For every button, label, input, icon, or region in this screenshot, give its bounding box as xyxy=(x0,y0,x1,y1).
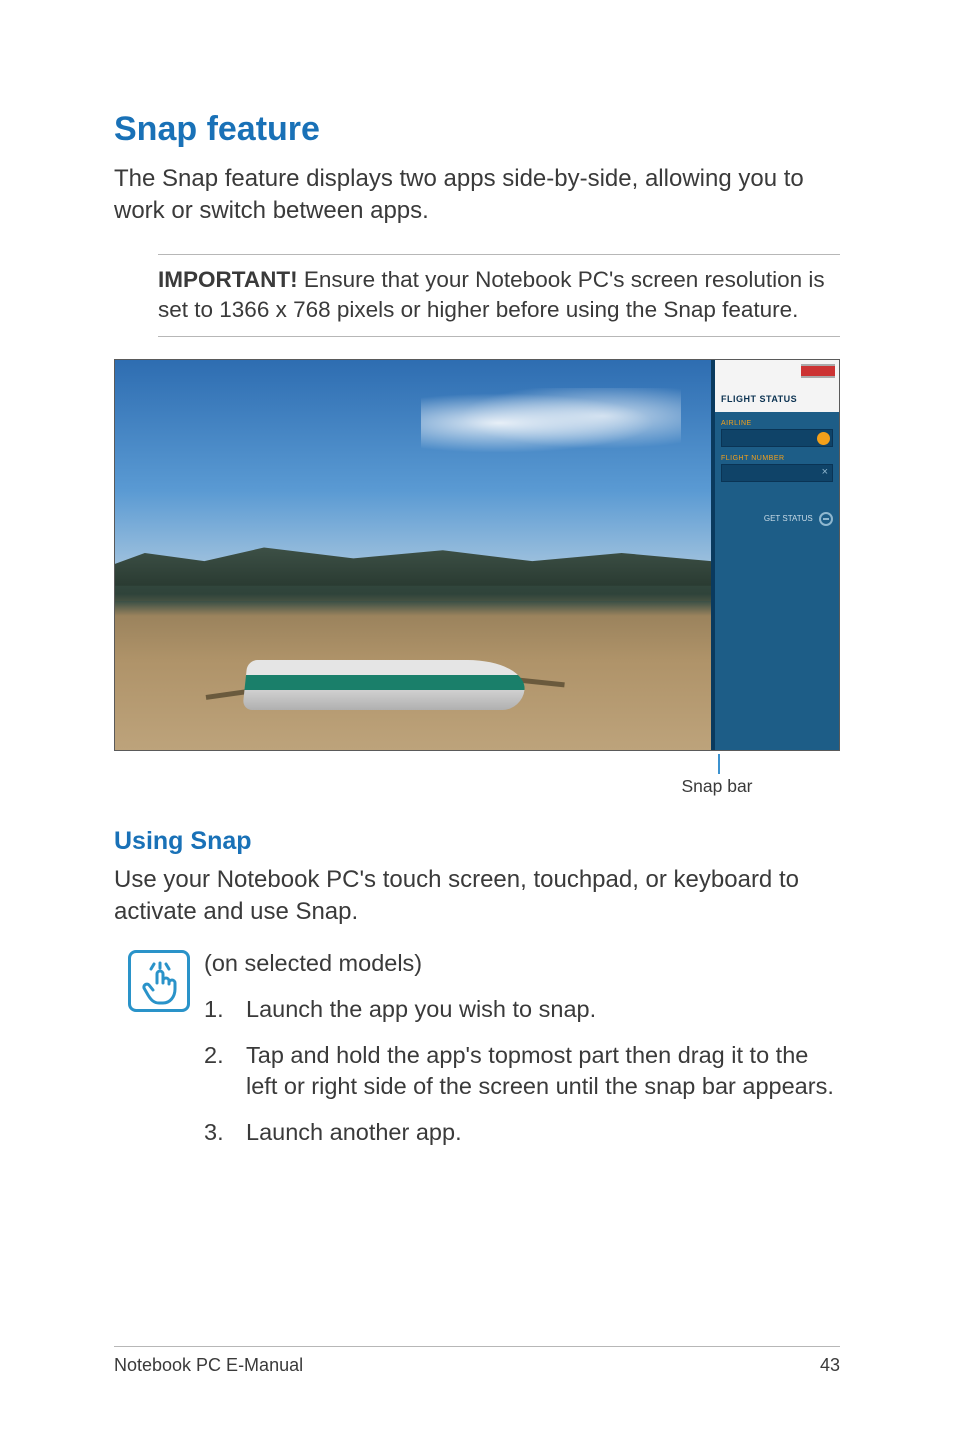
page: Snap feature The Snap feature displays t… xyxy=(0,0,954,1438)
get-status-label: GET STATUS xyxy=(764,514,813,523)
touch-instructions-row: (on selected models) 1. Launch the app y… xyxy=(114,948,840,1163)
using-snap-intro: Use your Notebook PC's touch screen, tou… xyxy=(114,864,840,929)
dropdown-icon xyxy=(817,432,830,445)
flight-number-field-label: FLIGHT NUMBER xyxy=(721,455,833,462)
touch-steps-list: 1. Launch the app you wish to snap. 2. T… xyxy=(204,994,840,1149)
notice-label: IMPORTANT! xyxy=(158,267,298,292)
snap-screenshot-figure: FLIGHT STATUS AIRLINE FLIGHT NUMBER × GE… xyxy=(114,359,840,751)
snap-bar-callout: Snap bar xyxy=(592,776,842,797)
step-3: 3. Launch another app. xyxy=(204,1117,840,1149)
get-status-row: GET STATUS xyxy=(721,512,833,526)
step-2: 2. Tap and hold the app's topmost part t… xyxy=(204,1040,840,1103)
flight-status-app-pane: FLIGHT STATUS AIRLINE FLIGHT NUMBER × GE… xyxy=(715,360,839,750)
callout-tick xyxy=(718,754,720,774)
step-text: Launch the app you wish to snap. xyxy=(246,994,840,1026)
touch-screen-icon xyxy=(128,950,190,1012)
get-status-icon xyxy=(819,512,833,526)
page-number: 43 xyxy=(820,1355,840,1376)
step-text: Tap and hold the app's topmost part then… xyxy=(246,1040,840,1103)
selected-models-note: (on selected models) xyxy=(204,948,840,980)
footer-title: Notebook PC E-Manual xyxy=(114,1355,303,1376)
page-footer: Notebook PC E-Manual 43 xyxy=(114,1346,840,1376)
airline-input xyxy=(721,429,833,447)
window-titlebar xyxy=(715,360,839,386)
step-number: 1. xyxy=(204,994,246,1026)
clear-icon: × xyxy=(822,466,828,478)
step-text: Launch another app. xyxy=(246,1117,840,1149)
airline-field-label: AIRLINE xyxy=(721,420,833,427)
step-number: 2. xyxy=(204,1040,246,1103)
step-number: 3. xyxy=(204,1117,246,1149)
step-1: 1. Launch the app you wish to snap. xyxy=(204,994,840,1026)
photo-app-pane xyxy=(115,360,711,750)
flight-number-input: × xyxy=(721,464,833,482)
intro-paragraph: The Snap feature displays two apps side-… xyxy=(114,163,840,228)
heading-using-snap: Using Snap xyxy=(114,827,840,856)
boat-image xyxy=(205,590,565,710)
window-controls-icon xyxy=(801,364,835,378)
important-notice: IMPORTANT! Ensure that your Notebook PC'… xyxy=(158,254,840,337)
flight-status-title: FLIGHT STATUS xyxy=(715,386,839,412)
heading-snap-feature: Snap feature xyxy=(114,110,840,149)
